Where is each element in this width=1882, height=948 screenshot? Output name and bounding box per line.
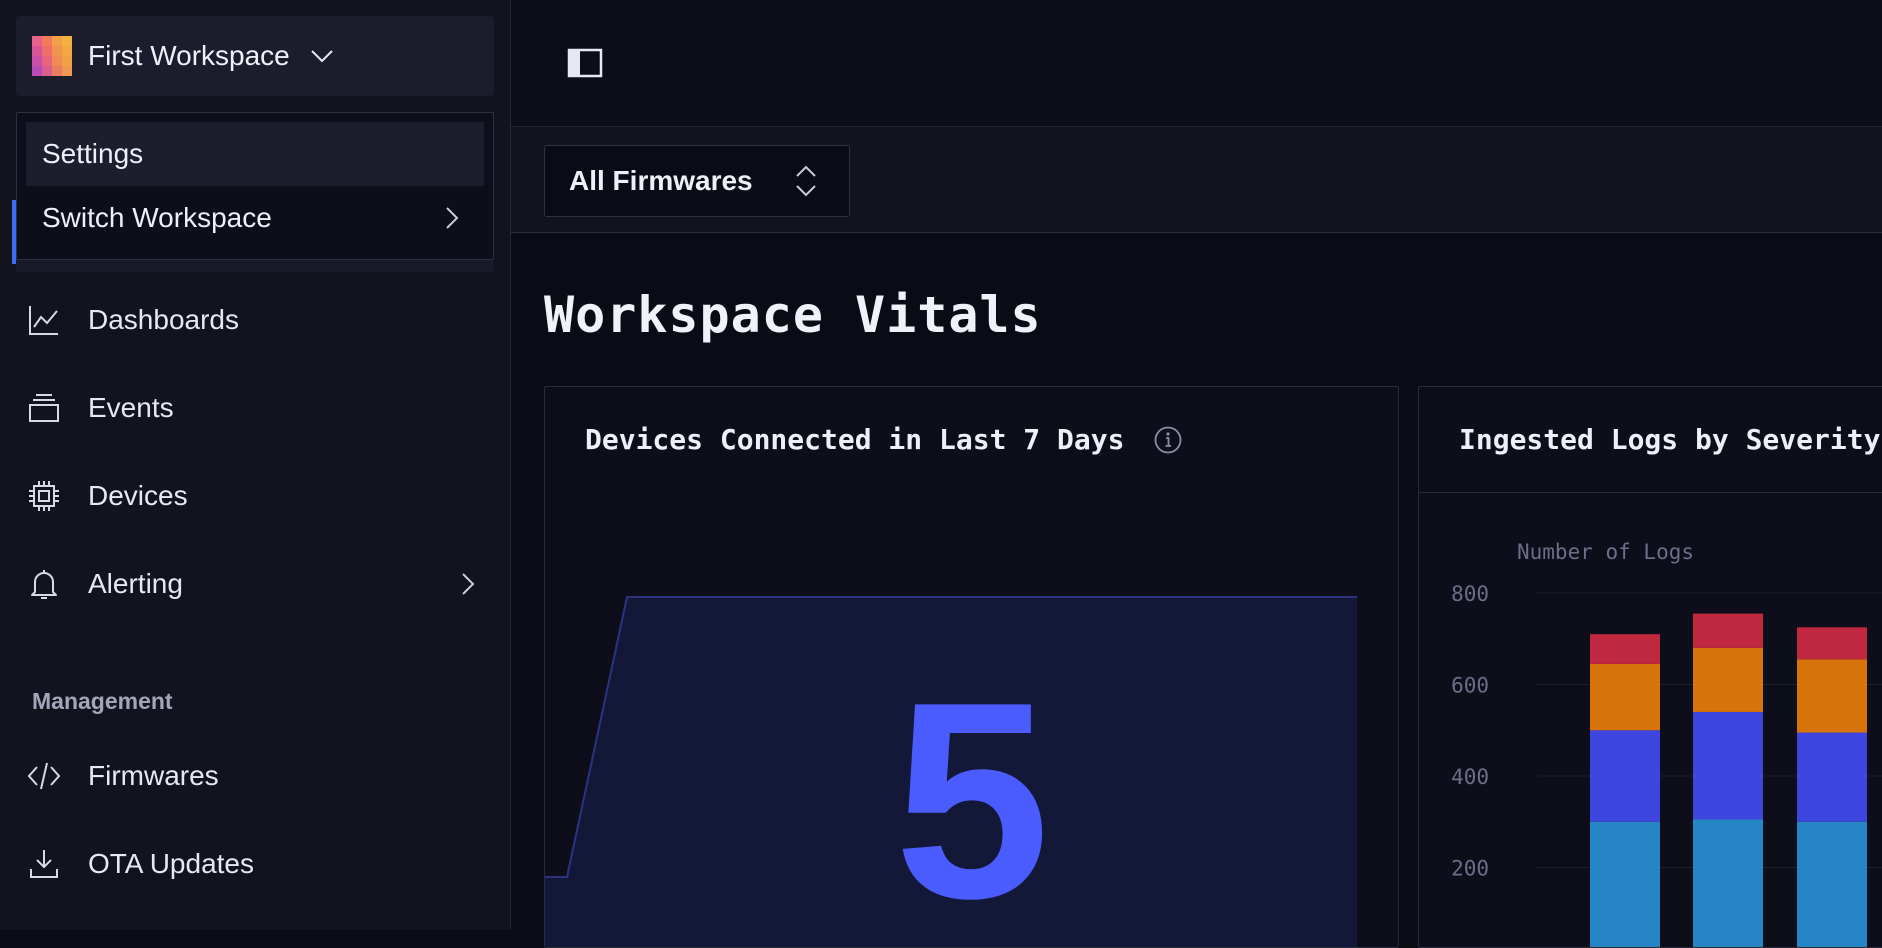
- chevron-down-icon: [311, 50, 333, 63]
- sidebar-item-label: Firmwares: [88, 760, 219, 791]
- chip-icon: [24, 476, 64, 516]
- logs-by-severity-card: Ingested Logs by Severity Number of Logs…: [1418, 386, 1882, 948]
- bar-segment: [1590, 634, 1660, 664]
- bar-segment: [1693, 613, 1763, 648]
- sort-arrows-icon: [796, 165, 816, 197]
- big-number-value: 5: [894, 645, 1050, 947]
- bar-segment: [1693, 711, 1763, 820]
- sidebar-item-label: Events: [88, 392, 174, 423]
- menu-item-switch-workspace[interactable]: Switch Workspace: [26, 186, 484, 250]
- bell-icon: [24, 564, 64, 604]
- sidebar-item-label: Dashboards: [88, 304, 239, 335]
- y-tick-label: 200: [1451, 857, 1489, 881]
- code-icon: [24, 756, 64, 796]
- workspace-logo: [32, 36, 72, 76]
- logs-bar-chart: Number of Logs 200 400 600 800: [1451, 540, 1882, 947]
- sidebar-item-firmwares[interactable]: Firmwares: [24, 744, 494, 808]
- filter-bar: All Firmwares: [511, 127, 1882, 233]
- sidebar-item-dashboards[interactable]: Dashboards: [24, 288, 494, 352]
- workspace-name: First Workspace: [88, 40, 290, 71]
- sidebar-item-devices[interactable]: Devices: [24, 464, 494, 528]
- sidebar-item-alerting[interactable]: Alerting: [24, 552, 494, 616]
- firmware-select-value: All Firmwares: [569, 165, 753, 196]
- bar-segment: [1797, 732, 1867, 822]
- sidebar-item-label: OTA Updates: [88, 848, 255, 879]
- top-bar: [511, 0, 1882, 127]
- bar-segment: [1797, 659, 1867, 733]
- sidebar: First Workspace Settings Switch Workspac…: [0, 0, 511, 930]
- workspace-dropdown: Settings Switch Workspace: [16, 112, 494, 260]
- stack-icon: [24, 388, 64, 428]
- bar-segment: [1590, 663, 1660, 731]
- bar-segment: [1693, 819, 1763, 947]
- devices-area-chart: 5: [545, 596, 1357, 947]
- menu-item-label: Switch Workspace: [42, 202, 272, 233]
- download-icon: [24, 844, 64, 884]
- bar-segment: [1590, 730, 1660, 822]
- menu-item-settings[interactable]: Settings: [26, 122, 484, 186]
- sidebar-item-label: Alerting: [88, 568, 183, 599]
- sidebar-item-ota-updates[interactable]: OTA Updates: [24, 832, 494, 896]
- page-title: Workspace Vitals: [544, 286, 1042, 344]
- bar-segment: [1797, 627, 1867, 660]
- y-axis-label: Number of Logs: [1517, 540, 1694, 564]
- chart-line-icon: [24, 300, 64, 340]
- chevron-right-icon: [446, 207, 459, 229]
- devices-connected-card: Devices Connected in Last 7 Days 5: [544, 386, 1399, 948]
- active-indicator: [12, 200, 16, 264]
- y-tick-label: 600: [1451, 674, 1489, 698]
- bar-segment: [1590, 821, 1660, 947]
- workspace-switcher[interactable]: First Workspace: [16, 16, 494, 96]
- chevron-right-icon: [462, 573, 475, 595]
- bar-segment: [1693, 647, 1763, 712]
- firmware-select[interactable]: All Firmwares: [544, 145, 850, 217]
- sidebar-toggle-icon[interactable]: [567, 48, 603, 78]
- menu-item-label: Settings: [42, 138, 144, 169]
- y-tick-label: 800: [1451, 582, 1489, 606]
- bar-segment: [1797, 821, 1867, 947]
- y-tick-label: 400: [1451, 765, 1489, 789]
- sidebar-item-events[interactable]: Events: [24, 376, 494, 440]
- section-label-management: Management: [32, 688, 173, 714]
- sidebar-item-label: Devices: [88, 480, 188, 511]
